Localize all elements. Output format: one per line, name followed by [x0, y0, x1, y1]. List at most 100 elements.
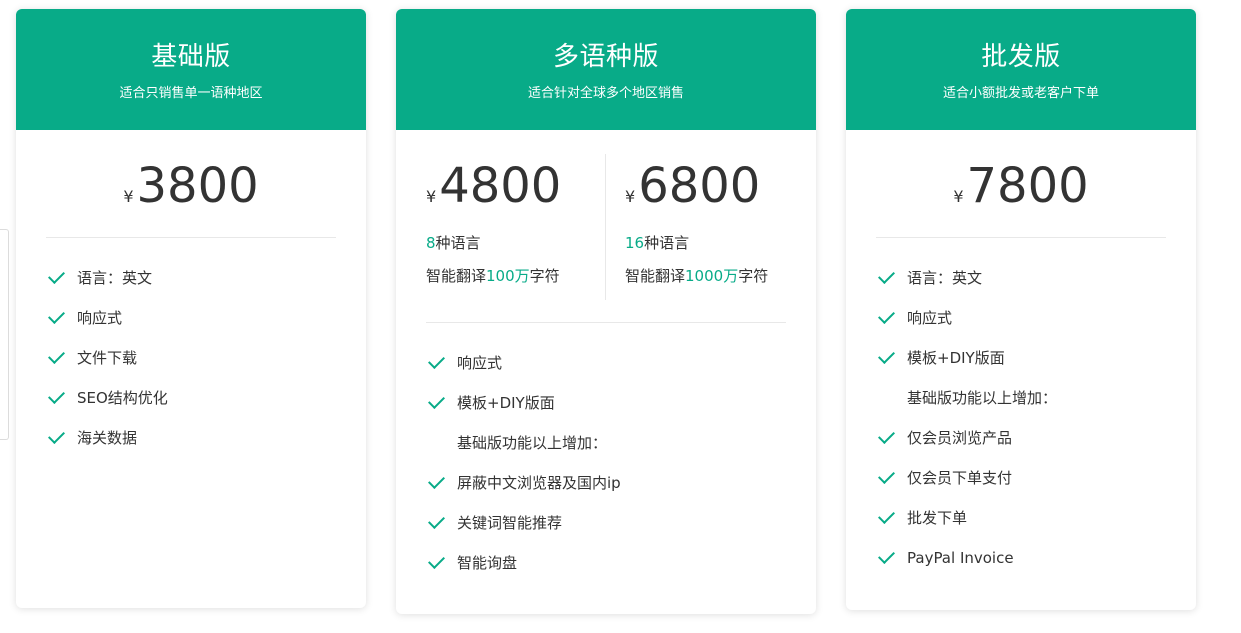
feature-label: 基础版功能以上增加：: [907, 389, 1058, 407]
feature-item: 响应式: [426, 347, 816, 387]
feature-item: 响应式: [876, 302, 1196, 342]
translation-prefix: 智能翻译: [625, 267, 686, 285]
language-count-number: 8: [426, 234, 436, 252]
feature-item: 模板+DIY版面: [426, 387, 816, 427]
plan-title: 基础版: [151, 42, 231, 72]
plan-title: 多语种版: [552, 42, 659, 72]
price-options: ¥4800 8种语言 智能翻译100万字符 ¥6800 16种语言 智能翻译10…: [426, 130, 786, 323]
side-panel-edge: [0, 229, 9, 440]
feature-item: 响应式: [46, 302, 366, 342]
feature-label: 海关数据: [77, 429, 138, 447]
translation-suffix: 字符: [529, 267, 560, 285]
check-icon: [46, 262, 66, 294]
feature-label: 模板+DIY版面: [907, 349, 1005, 367]
currency-symbol: ¥: [953, 187, 964, 206]
feature-item: 海关数据: [46, 422, 366, 462]
feature-item: PayPal Invoice: [876, 542, 1196, 582]
plan-price: ¥4800: [426, 154, 605, 218]
check-icon: [426, 547, 446, 579]
feature-label: 仅会员下单支付: [907, 469, 1013, 487]
feature-label: 批发下单: [907, 509, 968, 527]
feature-item: 语言：英文: [46, 262, 366, 302]
translation-quota: 智能翻译100万字符: [426, 265, 605, 287]
feature-label: 语言：英文: [907, 269, 983, 287]
feature-list: 语言：英文 响应式 文件下载 SEO结构优化 海关数据: [16, 238, 366, 462]
plan-header: 多语种版 适合针对全球多个地区销售: [396, 9, 816, 130]
plan-price: ¥6800: [625, 154, 786, 218]
translation-prefix: 智能翻译: [426, 267, 487, 285]
feature-item: 文件下载: [46, 342, 366, 382]
feature-item: 模板+DIY版面: [876, 342, 1196, 382]
price-amount: 4800: [439, 158, 562, 214]
plan-subtitle: 适合只销售单一语种地区: [119, 86, 263, 101]
check-icon: [876, 342, 896, 374]
feature-label: PayPal Invoice: [907, 549, 1014, 567]
feature-item: 批发下单: [876, 502, 1196, 542]
feature-label: 模板+DIY版面: [457, 394, 555, 412]
translation-amount: 100万: [486, 267, 530, 285]
language-count: 8种语言: [426, 232, 605, 254]
price-amount: 7800: [966, 158, 1089, 214]
plan-subtitle: 适合针对全球多个地区销售: [527, 86, 684, 101]
check-icon: [876, 462, 896, 494]
feature-list: 语言：英文 响应式 模板+DIY版面 基础版功能以上增加： 仅会员浏览产品 仅会…: [846, 238, 1196, 582]
feature-label: 智能询盘: [457, 554, 518, 572]
check-icon: [876, 542, 896, 574]
price-option-16-languages[interactable]: ¥6800 16种语言 智能翻译1000万字符: [606, 154, 786, 322]
feature-label: 响应式: [457, 354, 503, 372]
plan-price: ¥3800: [46, 130, 336, 238]
check-icon: [426, 387, 446, 419]
check-icon: [426, 507, 446, 539]
price-option-8-languages[interactable]: ¥4800 8种语言 智能翻译100万字符: [426, 154, 606, 300]
feature-item: 语言：英文: [876, 262, 1196, 302]
feature-item: 智能询盘: [426, 547, 816, 587]
feature-item: SEO结构优化: [46, 382, 366, 422]
check-icon: [876, 302, 896, 334]
check-icon: [876, 502, 896, 534]
feature-item: 仅会员下单支付: [876, 462, 1196, 502]
plan-subtitle: 适合小额批发或老客户下单: [942, 86, 1099, 101]
plan-card-multilingual[interactable]: 多语种版 适合针对全球多个地区销售 ¥4800 8种语言 智能翻译100万字符 …: [396, 9, 816, 614]
feature-item: 屏蔽中文浏览器及国内ip: [426, 467, 816, 507]
language-count-suffix: 种语言: [435, 234, 481, 252]
translation-suffix: 字符: [738, 267, 769, 285]
currency-symbol: ¥: [426, 187, 437, 206]
check-icon: [876, 422, 896, 454]
language-count: 16种语言: [625, 232, 786, 254]
plan-card-wholesale[interactable]: 批发版 适合小额批发或老客户下单 ¥7800 语言：英文 响应式 模板+DIY版…: [846, 9, 1196, 610]
check-icon: [426, 347, 446, 379]
currency-symbol: ¥: [625, 187, 636, 206]
translation-amount: 1000万: [685, 267, 739, 285]
check-icon: [46, 422, 66, 454]
feature-list: 响应式 模板+DIY版面 基础版功能以上增加： 屏蔽中文浏览器及国内ip 关键词…: [396, 323, 816, 587]
currency-symbol: ¥: [123, 187, 134, 206]
price-amount: 6800: [638, 158, 761, 214]
plan-price: ¥7800: [876, 130, 1166, 238]
check-icon: [46, 382, 66, 414]
feature-label: 响应式: [907, 309, 953, 327]
feature-label: 文件下载: [77, 349, 138, 367]
language-count-suffix: 种语言: [644, 234, 690, 252]
plan-card-basic[interactable]: 基础版 适合只销售单一语种地区 ¥3800 语言：英文 响应式 文件下载 SEO…: [16, 9, 366, 608]
feature-subheading: 基础版功能以上增加：: [876, 382, 1196, 422]
plan-title: 批发版: [981, 42, 1061, 72]
check-icon: [426, 467, 446, 499]
feature-label: 基础版功能以上增加：: [457, 434, 608, 452]
check-icon: [876, 262, 896, 294]
feature-subheading: 基础版功能以上增加：: [426, 427, 816, 467]
feature-label: 仅会员浏览产品: [907, 429, 1013, 447]
feature-item: 关键词智能推荐: [426, 507, 816, 547]
pricing-page: 基础版 适合只销售单一语种地区 ¥3800 语言：英文 响应式 文件下载 SEO…: [0, 0, 1241, 633]
feature-label: 响应式: [77, 309, 123, 327]
language-count-number: 16: [625, 234, 645, 252]
translation-quota: 智能翻译1000万字符: [625, 265, 786, 287]
feature-label: 语言：英文: [77, 269, 153, 287]
check-icon: [46, 302, 66, 334]
plan-header: 基础版 适合只销售单一语种地区: [16, 9, 366, 130]
plan-header: 批发版 适合小额批发或老客户下单: [846, 9, 1196, 130]
price-amount: 3800: [136, 158, 259, 214]
feature-label: SEO结构优化: [77, 389, 168, 407]
feature-item: 仅会员浏览产品: [876, 422, 1196, 462]
feature-label: 屏蔽中文浏览器及国内ip: [457, 474, 621, 492]
check-icon: [46, 342, 66, 374]
